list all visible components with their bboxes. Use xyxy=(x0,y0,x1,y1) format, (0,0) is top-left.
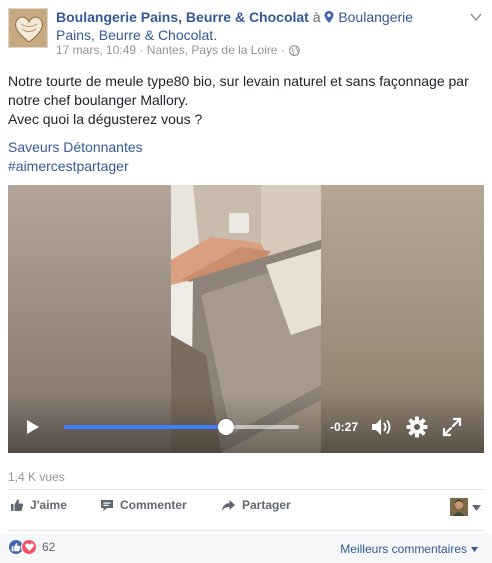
fullscreen-icon[interactable] xyxy=(442,417,462,437)
comment-label: Commenter xyxy=(120,498,187,512)
globe-icon[interactable] xyxy=(288,44,300,56)
post-text-line: Avec quoi la dégusterez vous ? xyxy=(8,111,203,127)
at-word: à xyxy=(312,9,321,25)
love-reaction xyxy=(21,539,37,555)
location-line2: Pains, Beurre & Chocolat. xyxy=(56,27,218,43)
video-progress-fill xyxy=(64,425,227,429)
share-icon xyxy=(222,499,235,511)
hashtag-list: Saveurs Détonnantes #aimercestpartager xyxy=(8,138,143,176)
reactions-summary[interactable]: 62 xyxy=(8,539,55,555)
comment-sort-label: Meilleurs commentaires xyxy=(340,542,467,556)
hashtag-link[interactable]: #aimercestpartager xyxy=(8,157,143,176)
action-bar: J'aime Commenter Partager xyxy=(0,498,492,522)
like-label: J'aime xyxy=(30,498,67,512)
reactions-footer: 62 Meilleurs commentaires xyxy=(0,534,492,563)
view-count[interactable]: 1,4 K vues xyxy=(8,470,65,484)
divider xyxy=(8,530,484,531)
thumbs-up-icon xyxy=(11,499,24,511)
like-button[interactable]: J'aime xyxy=(10,498,67,512)
post-text-line: Notre tourte de meule type80 bio, sur le… xyxy=(8,73,469,89)
page-name-link[interactable]: Boulangerie Pains, Beurre & Chocolat xyxy=(56,9,309,25)
post-header: Boulangerie Pains, Beurre & Chocolat à B… xyxy=(56,8,476,44)
post-body: Notre tourte de meule type80 bio, sur le… xyxy=(8,72,484,129)
post-timestamp[interactable]: 17 mars, 10:49 · Nantes, Pays de la Loir… xyxy=(56,43,285,57)
post-text-line: notre chef boulanger Mallory. xyxy=(8,92,189,108)
user-avatar[interactable] xyxy=(450,498,468,516)
chevron-down-icon xyxy=(471,546,478,552)
video-progress-bar[interactable] xyxy=(64,419,299,435)
video-time-remaining: -0:27 xyxy=(330,420,359,434)
page-avatar[interactable] xyxy=(8,8,48,48)
hashtag-link[interactable]: Saveurs Détonnantes xyxy=(8,138,143,157)
play-icon[interactable] xyxy=(26,419,40,435)
gear-icon[interactable] xyxy=(406,416,428,438)
chevron-down-icon[interactable] xyxy=(472,505,481,511)
comment-button[interactable]: Commenter xyxy=(100,498,187,512)
volume-icon[interactable] xyxy=(371,418,393,436)
video-player[interactable]: -0:27 xyxy=(8,185,484,453)
share-button[interactable]: Partager xyxy=(221,498,291,512)
share-label: Partager xyxy=(242,498,291,512)
divider xyxy=(8,489,484,490)
post-meta: 17 mars, 10:49 · Nantes, Pays de la Loir… xyxy=(56,43,300,57)
location-line1: Boulangerie xyxy=(338,9,414,25)
comment-icon xyxy=(101,499,113,511)
chevron-down-icon[interactable] xyxy=(470,12,482,22)
thumbs-up-icon xyxy=(11,543,21,552)
heart-icon xyxy=(24,543,34,551)
comment-sort-dropdown[interactable]: Meilleurs commentaires xyxy=(340,542,478,556)
reaction-count: 62 xyxy=(42,540,56,554)
map-pin-icon xyxy=(324,11,334,23)
